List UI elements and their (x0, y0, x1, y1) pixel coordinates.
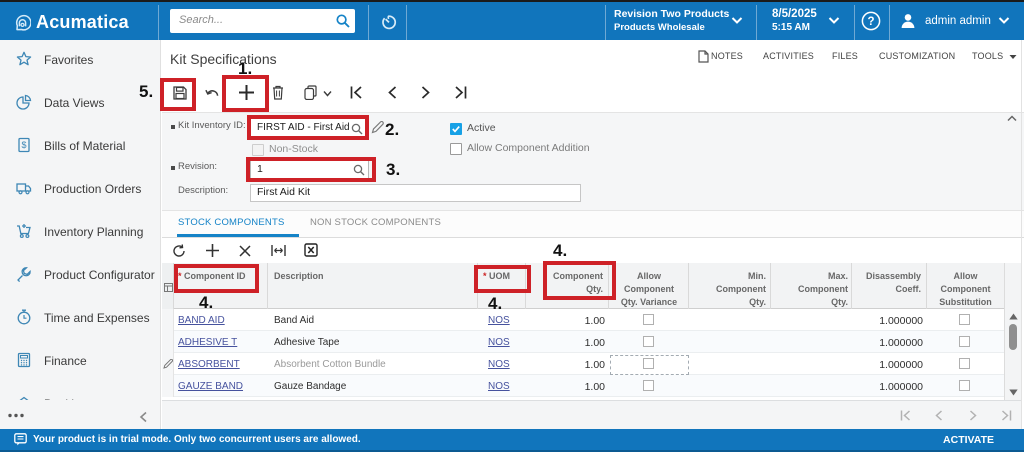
svg-text:?: ? (867, 16, 874, 28)
svg-text:$: $ (21, 140, 26, 150)
